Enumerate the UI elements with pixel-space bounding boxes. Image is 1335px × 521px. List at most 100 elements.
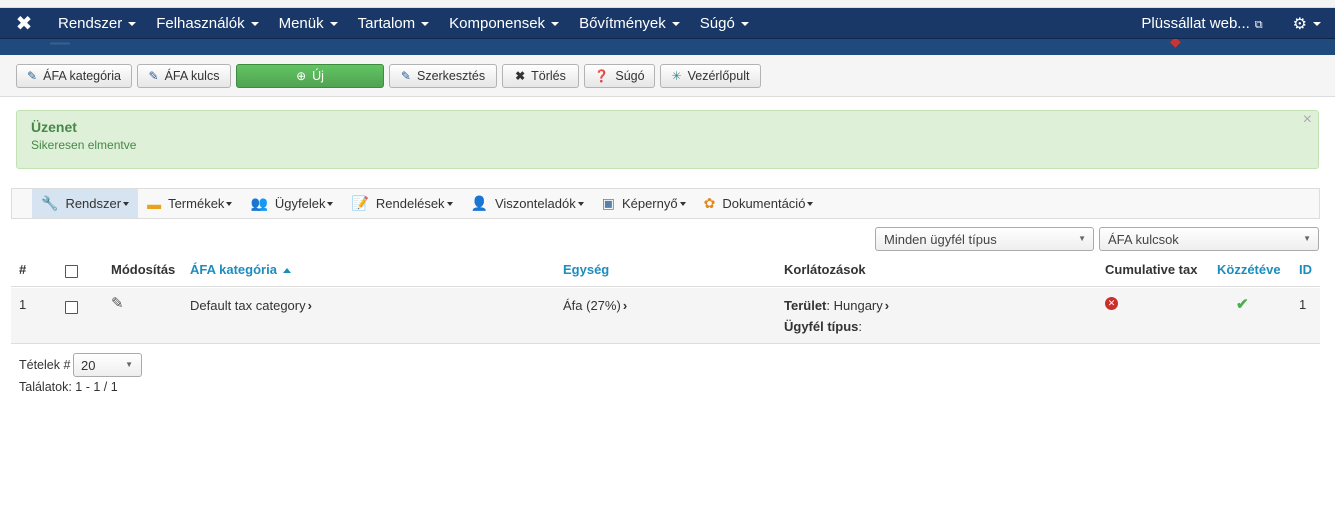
caret-down-icon [740, 21, 749, 26]
new-button[interactable]: ⊕ Új [236, 64, 384, 88]
plus-circle-icon: ⊕ [296, 69, 307, 83]
tax-category-button[interactable]: ✎ ÁFA kategória [16, 64, 132, 88]
menu-sugo[interactable]: Súgó [690, 15, 759, 32]
chevron-down-icon: ▼ [125, 360, 133, 369]
menu-felhasznalok[interactable]: Felhasználók [146, 15, 268, 32]
row-unit-link[interactable]: Áfa (27%) › [563, 298, 627, 313]
menu-komponensek[interactable]: Komponensek [439, 15, 569, 32]
items-per-page-label: Tételek # [19, 358, 71, 372]
submenu-kepernyo[interactable]: ▣ Képernyő [593, 189, 695, 218]
submenu-termekek[interactable]: ▬ Termékek [138, 189, 241, 218]
menu-menuk[interactable]: Menük [269, 15, 348, 32]
caret-down-icon [421, 21, 430, 26]
caret-down-icon [329, 21, 338, 26]
submenu-dokumentacio[interactable]: ✿ Dokumentáció [695, 189, 823, 218]
external-link-icon: ⧉ [1254, 19, 1263, 31]
wrench-icon: 🔧 [41, 195, 59, 211]
close-icon[interactable]: × [1303, 111, 1312, 129]
caret-down-icon [577, 201, 584, 206]
caret-down-icon [679, 201, 686, 206]
row-territory: Terület: Hungary › [784, 298, 890, 313]
edit-icon: ✎ [27, 69, 38, 83]
header-modify: Módosítás [111, 262, 176, 277]
component-submenu: 🔧 Rendszer ▬ Termékek 👥 Ügyfelek 📝 Rendelése… [11, 188, 1320, 219]
admin-menu: Rendszer Felhasználók Menük Tartalom Kom… [48, 15, 759, 32]
toolbar: ✎ ÁFA kategória ✎ ÁFA kulcs ⊕ Új ✎ Szerkeszt… [0, 55, 1335, 97]
success-alert: Üzenet Sikeresen elmentve × [16, 110, 1319, 169]
box-icon: ▬ [147, 195, 162, 212]
edit-icon: ✎ [400, 69, 411, 83]
edit-button[interactable]: ✎ Szerkesztés [389, 64, 497, 88]
sort-up-icon [282, 268, 291, 274]
screen-icon: ▣ [601, 195, 615, 211]
tax-rate-filter[interactable]: ÁFA kulcsok ▼ [1099, 227, 1319, 251]
header-num: # [19, 262, 27, 277]
tax-rate-button[interactable]: ✎ ÁFA kulcs [137, 64, 231, 88]
help-icon: ❓ [594, 69, 610, 83]
caret-down-icon [226, 201, 233, 206]
caret-down-icon [671, 21, 680, 26]
menu-bovitmenyek[interactable]: Bővítmények [569, 15, 690, 32]
edit-icon: ✎ [148, 69, 159, 83]
help-button[interactable]: ❓ Súgó [584, 64, 655, 88]
caret-down-icon [446, 201, 453, 206]
submenu-ugyfelek[interactable]: 👥 Ügyfelek [241, 189, 342, 218]
row-num: 1 [19, 297, 27, 312]
admin-navbar: ✖ Rendszer Felhasználók Menük Tartalom K… [0, 8, 1335, 39]
joomla-logo-icon[interactable]: ✖ [0, 8, 48, 39]
row-checkbox[interactable] [65, 301, 78, 314]
gear-icon[interactable]: ⚙ [1293, 14, 1321, 34]
chevron-down-icon: ▼ [1303, 234, 1311, 243]
cumulative-off-icon[interactable]: ✕ [1105, 297, 1118, 310]
alert-heading: Üzenet [31, 119, 77, 135]
component-logo-icon: ◆ [1170, 39, 1181, 49]
header-published-sort[interactable]: Közzétéve [1217, 262, 1281, 277]
chevron-down-icon: ▼ [1078, 234, 1086, 243]
dashboard-icon: ✳ [671, 69, 682, 83]
row-category-link[interactable]: Default tax category › [190, 298, 312, 313]
table-row: 1 ✎ Default tax category › Áfa (27%) › Ter… [11, 288, 1320, 344]
header-unit-sort[interactable]: Egység [563, 262, 609, 277]
reseller-icon: 👤 [470, 195, 488, 211]
submenu-viszonteladok[interactable]: 👤 Viszonteladók [462, 189, 593, 218]
header-category-sort[interactable]: ÁFA kategória [190, 262, 291, 277]
caret-down-icon [128, 21, 137, 26]
site-link[interactable]: Plüssállat web... ⧉ [1141, 15, 1262, 32]
menu-rendszer[interactable]: Rendszer [48, 15, 146, 32]
alert-message: Sikeresen elmentve [31, 138, 137, 152]
caret-down-icon [250, 21, 259, 26]
docs-icon: ✿ [703, 195, 716, 211]
results-count: Találatok: 1 - 1 / 1 [19, 380, 118, 394]
delete-button[interactable]: ✖ Törlés [502, 64, 579, 88]
customer-type-filter[interactable]: Minden ügyfél típus ▼ [875, 227, 1094, 251]
select-all-checkbox[interactable] [65, 265, 78, 278]
table-header: # Módosítás ÁFA kategória Egység Korláto… [11, 257, 1320, 287]
orders-icon: 📝 [351, 195, 369, 211]
row-id: 1 [1299, 297, 1307, 312]
chevron-right-icon: › [307, 298, 312, 313]
header-cumulative: Cumulative tax [1105, 262, 1198, 277]
dashboard-button[interactable]: ✳ Vezérlőpult [660, 64, 761, 88]
users-icon: 👥 [250, 195, 268, 211]
chevron-right-icon: › [622, 298, 628, 313]
header-id-sort[interactable]: ID [1299, 262, 1312, 277]
close-icon: ✖ [515, 69, 526, 83]
pencil-icon[interactable]: ✎ [111, 294, 124, 312]
page-header-strip: — ◆ [0, 39, 1335, 55]
navbar-right: Plüssállat web... ⧉ ⚙ [1141, 8, 1321, 39]
caret-down-icon [551, 21, 560, 26]
page-title-fragment: — [50, 39, 70, 54]
items-per-page-select[interactable]: 20 ▼ [73, 353, 142, 377]
submenu-rendelesek[interactable]: 📝 Rendelések [342, 189, 461, 218]
header-restrictions: Korlátozások [784, 262, 866, 277]
caret-down-icon [327, 201, 334, 206]
published-check-icon[interactable]: ✔ [1236, 295, 1249, 313]
row-customer-type: Ügyfél típus: [784, 319, 863, 334]
chevron-right-icon: › [884, 298, 890, 313]
caret-down-icon [807, 201, 814, 206]
browser-top-strip [0, 0, 1335, 8]
caret-down-icon [123, 201, 130, 206]
menu-tartalom[interactable]: Tartalom [348, 15, 440, 32]
submenu-rendszer[interactable]: 🔧 Rendszer [32, 189, 139, 218]
caret-down-icon [1313, 22, 1321, 27]
